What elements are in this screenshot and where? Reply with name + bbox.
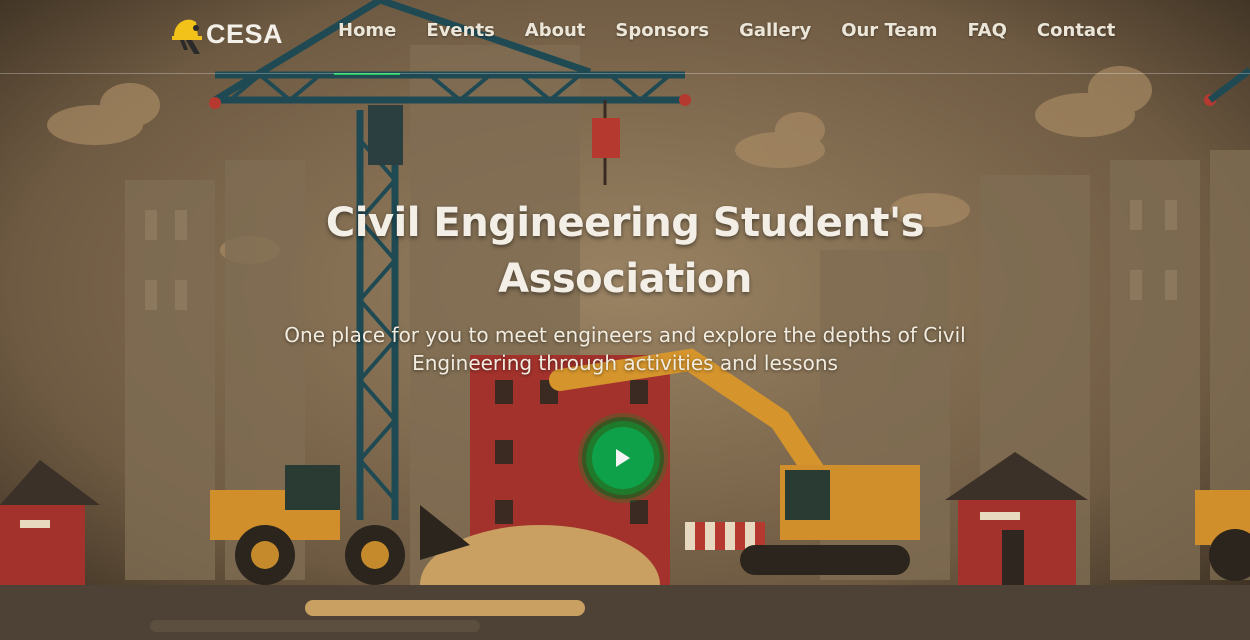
play-icon xyxy=(616,449,630,467)
brand-logo[interactable]: CESA xyxy=(170,14,283,54)
nav-events[interactable]: Events xyxy=(426,20,494,74)
nav-about[interactable]: About xyxy=(525,20,586,74)
nav-our-team[interactable]: Our Team xyxy=(841,20,937,74)
hero-subtitle: One place for you to meet engineers and … xyxy=(284,323,966,375)
play-video-button[interactable] xyxy=(578,413,668,503)
top-navbar: CESA Home Events About Sponsors Gallery … xyxy=(0,0,1250,76)
nav-sponsors[interactable]: Sponsors xyxy=(615,20,709,74)
nav-gallery[interactable]: Gallery xyxy=(739,20,811,74)
nav-contact[interactable]: Contact xyxy=(1037,20,1115,74)
navbar-divider xyxy=(0,73,1250,74)
nav-home[interactable]: Home xyxy=(333,20,401,75)
nav-faq[interactable]: FAQ xyxy=(967,20,1006,74)
hero-section: Civil Engineering Student's Association … xyxy=(225,195,1025,377)
main-menu: Home Events About Sponsors Gallery Our T… xyxy=(333,20,1145,75)
hardhat-helmet-icon xyxy=(170,14,208,54)
hero-title: Civil Engineering Student's Association xyxy=(325,200,925,302)
brand-name: CESA xyxy=(206,18,284,49)
